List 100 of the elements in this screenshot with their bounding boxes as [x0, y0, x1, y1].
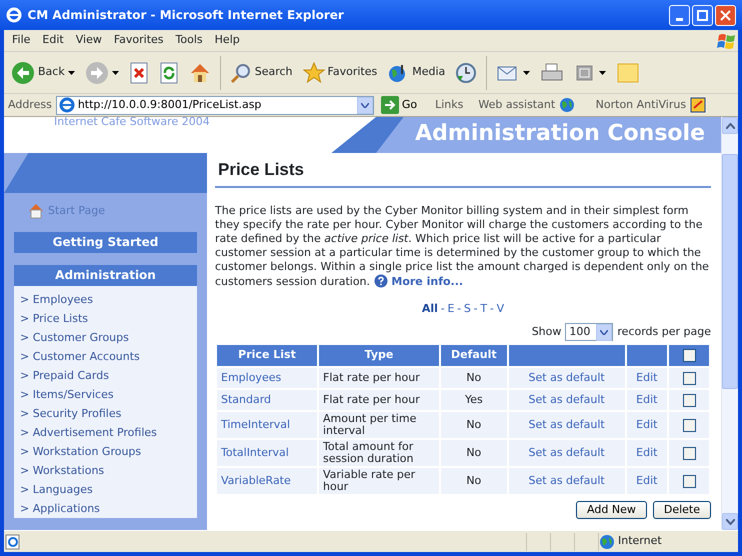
- maximize-icon: [697, 10, 708, 20]
- menu-item[interactable]: File: [8, 32, 38, 49]
- note-icon: [616, 62, 640, 84]
- table-cell: Variable rate per hour: [319, 468, 439, 494]
- star-button[interactable]: Favorites: [300, 60, 380, 86]
- close-button[interactable]: [715, 4, 736, 26]
- filter-separator: -: [440, 302, 445, 314]
- globe-button[interactable]: Media: [384, 60, 448, 86]
- caret-icon: [68, 70, 75, 74]
- table-cell: Yes: [441, 390, 507, 410]
- address-label: Address: [8, 96, 52, 113]
- filter-separator: -: [474, 302, 478, 314]
- star-icon: [302, 62, 325, 84]
- zone-label: Internet: [618, 533, 663, 550]
- table-cell: No: [441, 412, 507, 438]
- sidebar-link[interactable]: > Workstation Groups: [20, 442, 197, 460]
- description-text: The price lists are used by the Cyber Monitor billing system and in their simplest form they specify the rate per hour. Cyber Monitor will charge the customers according to the rate defined by the active price list. Which price list will be active for a particular customer session at a particular time is determined by the customer group to which the customer belongs. Within a single price list the amount charged is dependent only on the customers session duration. More info...: [215, 204, 710, 288]
- action-button[interactable]: Delete: [652, 501, 711, 519]
- back-icon: [11, 60, 35, 84]
- printer-icon: [540, 62, 564, 84]
- links-button[interactable]: Links: [435, 96, 464, 114]
- logo-caption: Internet Cafe Software 2004: [54, 117, 210, 128]
- scroll-thumb[interactable]: [722, 154, 738, 389]
- table-cell: Flat rate per hour: [319, 368, 439, 388]
- row-checkbox[interactable]: [682, 446, 696, 460]
- scroll-up-button[interactable]: [722, 117, 738, 134]
- go-button[interactable]: Go: [378, 94, 420, 116]
- table-cell: No: [441, 368, 507, 388]
- per-page-label: records per page: [617, 324, 711, 340]
- web-assistant-label[interactable]: Web assistant: [478, 96, 556, 114]
- search-button[interactable]: Search: [226, 60, 296, 86]
- clock-icon: [455, 62, 478, 84]
- browser-icon: [6, 7, 22, 23]
- action-button[interactable]: Add New: [576, 501, 647, 519]
- sidebar-link[interactable]: > Applications: [20, 498, 197, 518]
- filter-link[interactable]: V: [496, 302, 504, 314]
- table-cell: No: [441, 440, 507, 466]
- section-header: Administration: [14, 264, 197, 286]
- maximize-button[interactable]: [692, 4, 713, 26]
- menu-item[interactable]: Help: [210, 32, 248, 49]
- menu-item[interactable]: Tools: [172, 32, 211, 49]
- sidebar-link[interactable]: > Languages: [20, 480, 197, 498]
- window-title: CM Administrator - Microsoft Internet Explorer: [28, 7, 345, 24]
- sidebar-link[interactable]: > Advertisement Profiles: [20, 422, 197, 442]
- row-checkbox[interactable]: [682, 474, 696, 488]
- globe-icon[interactable]: [559, 97, 576, 113]
- row-checkbox[interactable]: [682, 418, 696, 432]
- filter-link[interactable]: E: [447, 302, 454, 314]
- page-size-select[interactable]: 100: [565, 323, 614, 341]
- row-checkbox[interactable]: [682, 394, 696, 406]
- shield-icon[interactable]: [690, 97, 706, 113]
- row-checkbox[interactable]: [682, 372, 696, 384]
- more-info-link[interactable]: More info...: [374, 274, 464, 288]
- column-header: Default: [441, 345, 507, 366]
- address-field[interactable]: http://10.0.0.9:8001/PriceList.asp: [56, 96, 374, 114]
- sidebar-link[interactable]: > Customer Groups: [20, 328, 197, 346]
- section-header: Getting Started: [14, 232, 197, 252]
- menu-item[interactable]: Favorites: [110, 32, 172, 49]
- sidebar-link[interactable]: > Prepaid Cards: [20, 366, 197, 384]
- close-icon: [720, 10, 731, 20]
- help-icon: [374, 274, 388, 288]
- console-title: Administration Console: [376, 117, 721, 153]
- filter-link[interactable]: T: [480, 302, 488, 314]
- column-header: Type: [319, 345, 439, 366]
- select-all-checkbox[interactable]: [682, 348, 696, 362]
- caret-icon: [599, 70, 606, 74]
- filter-link[interactable]: All: [422, 302, 438, 314]
- antivirus-label[interactable]: Norton AntiVirus: [596, 96, 686, 114]
- filter-link[interactable]: S: [464, 302, 471, 314]
- refresh-page-icon: [158, 62, 179, 84]
- house-icon: [28, 203, 44, 220]
- search-icon: [230, 62, 252, 84]
- home-icon: [188, 62, 211, 84]
- sidebar-link[interactable]: > Security Profiles: [20, 404, 197, 422]
- scroll-down-button[interactable]: [722, 513, 738, 530]
- minimize-icon: [676, 18, 683, 20]
- menu-item[interactable]: View: [72, 32, 110, 49]
- sidebar-link[interactable]: > Price Lists: [20, 308, 197, 328]
- filter-separator: -: [490, 302, 494, 314]
- sidebar-link[interactable]: > Items/Services: [20, 384, 197, 404]
- menu-item[interactable]: Edit: [38, 32, 72, 49]
- show-label: Show: [532, 324, 562, 340]
- table-cell: Flat rate per hour: [319, 390, 439, 410]
- caret-icon: [112, 70, 119, 74]
- caret-icon: [523, 70, 530, 74]
- sidebar-link[interactable]: > Customer Accounts: [20, 346, 197, 366]
- forward-icon: [84, 60, 109, 84]
- table-cell: Total amount for session duration: [319, 440, 439, 466]
- stop-page-icon: [128, 62, 149, 84]
- minimize-button[interactable]: [669, 4, 690, 26]
- header-cell: [626, 345, 667, 366]
- sidebar-link[interactable]: > Workstations: [20, 460, 197, 480]
- back-button[interactable]: Back: [8, 58, 78, 86]
- globe-icon: [599, 534, 616, 550]
- column-header: Price List: [217, 345, 317, 366]
- page-icon: [58, 97, 75, 113]
- page-title: Price Lists: [215, 155, 711, 188]
- sidebar-link[interactable]: > Employees: [20, 290, 197, 308]
- table-cell: Amount per time interval: [319, 412, 439, 438]
- table-cell: No: [441, 468, 507, 494]
